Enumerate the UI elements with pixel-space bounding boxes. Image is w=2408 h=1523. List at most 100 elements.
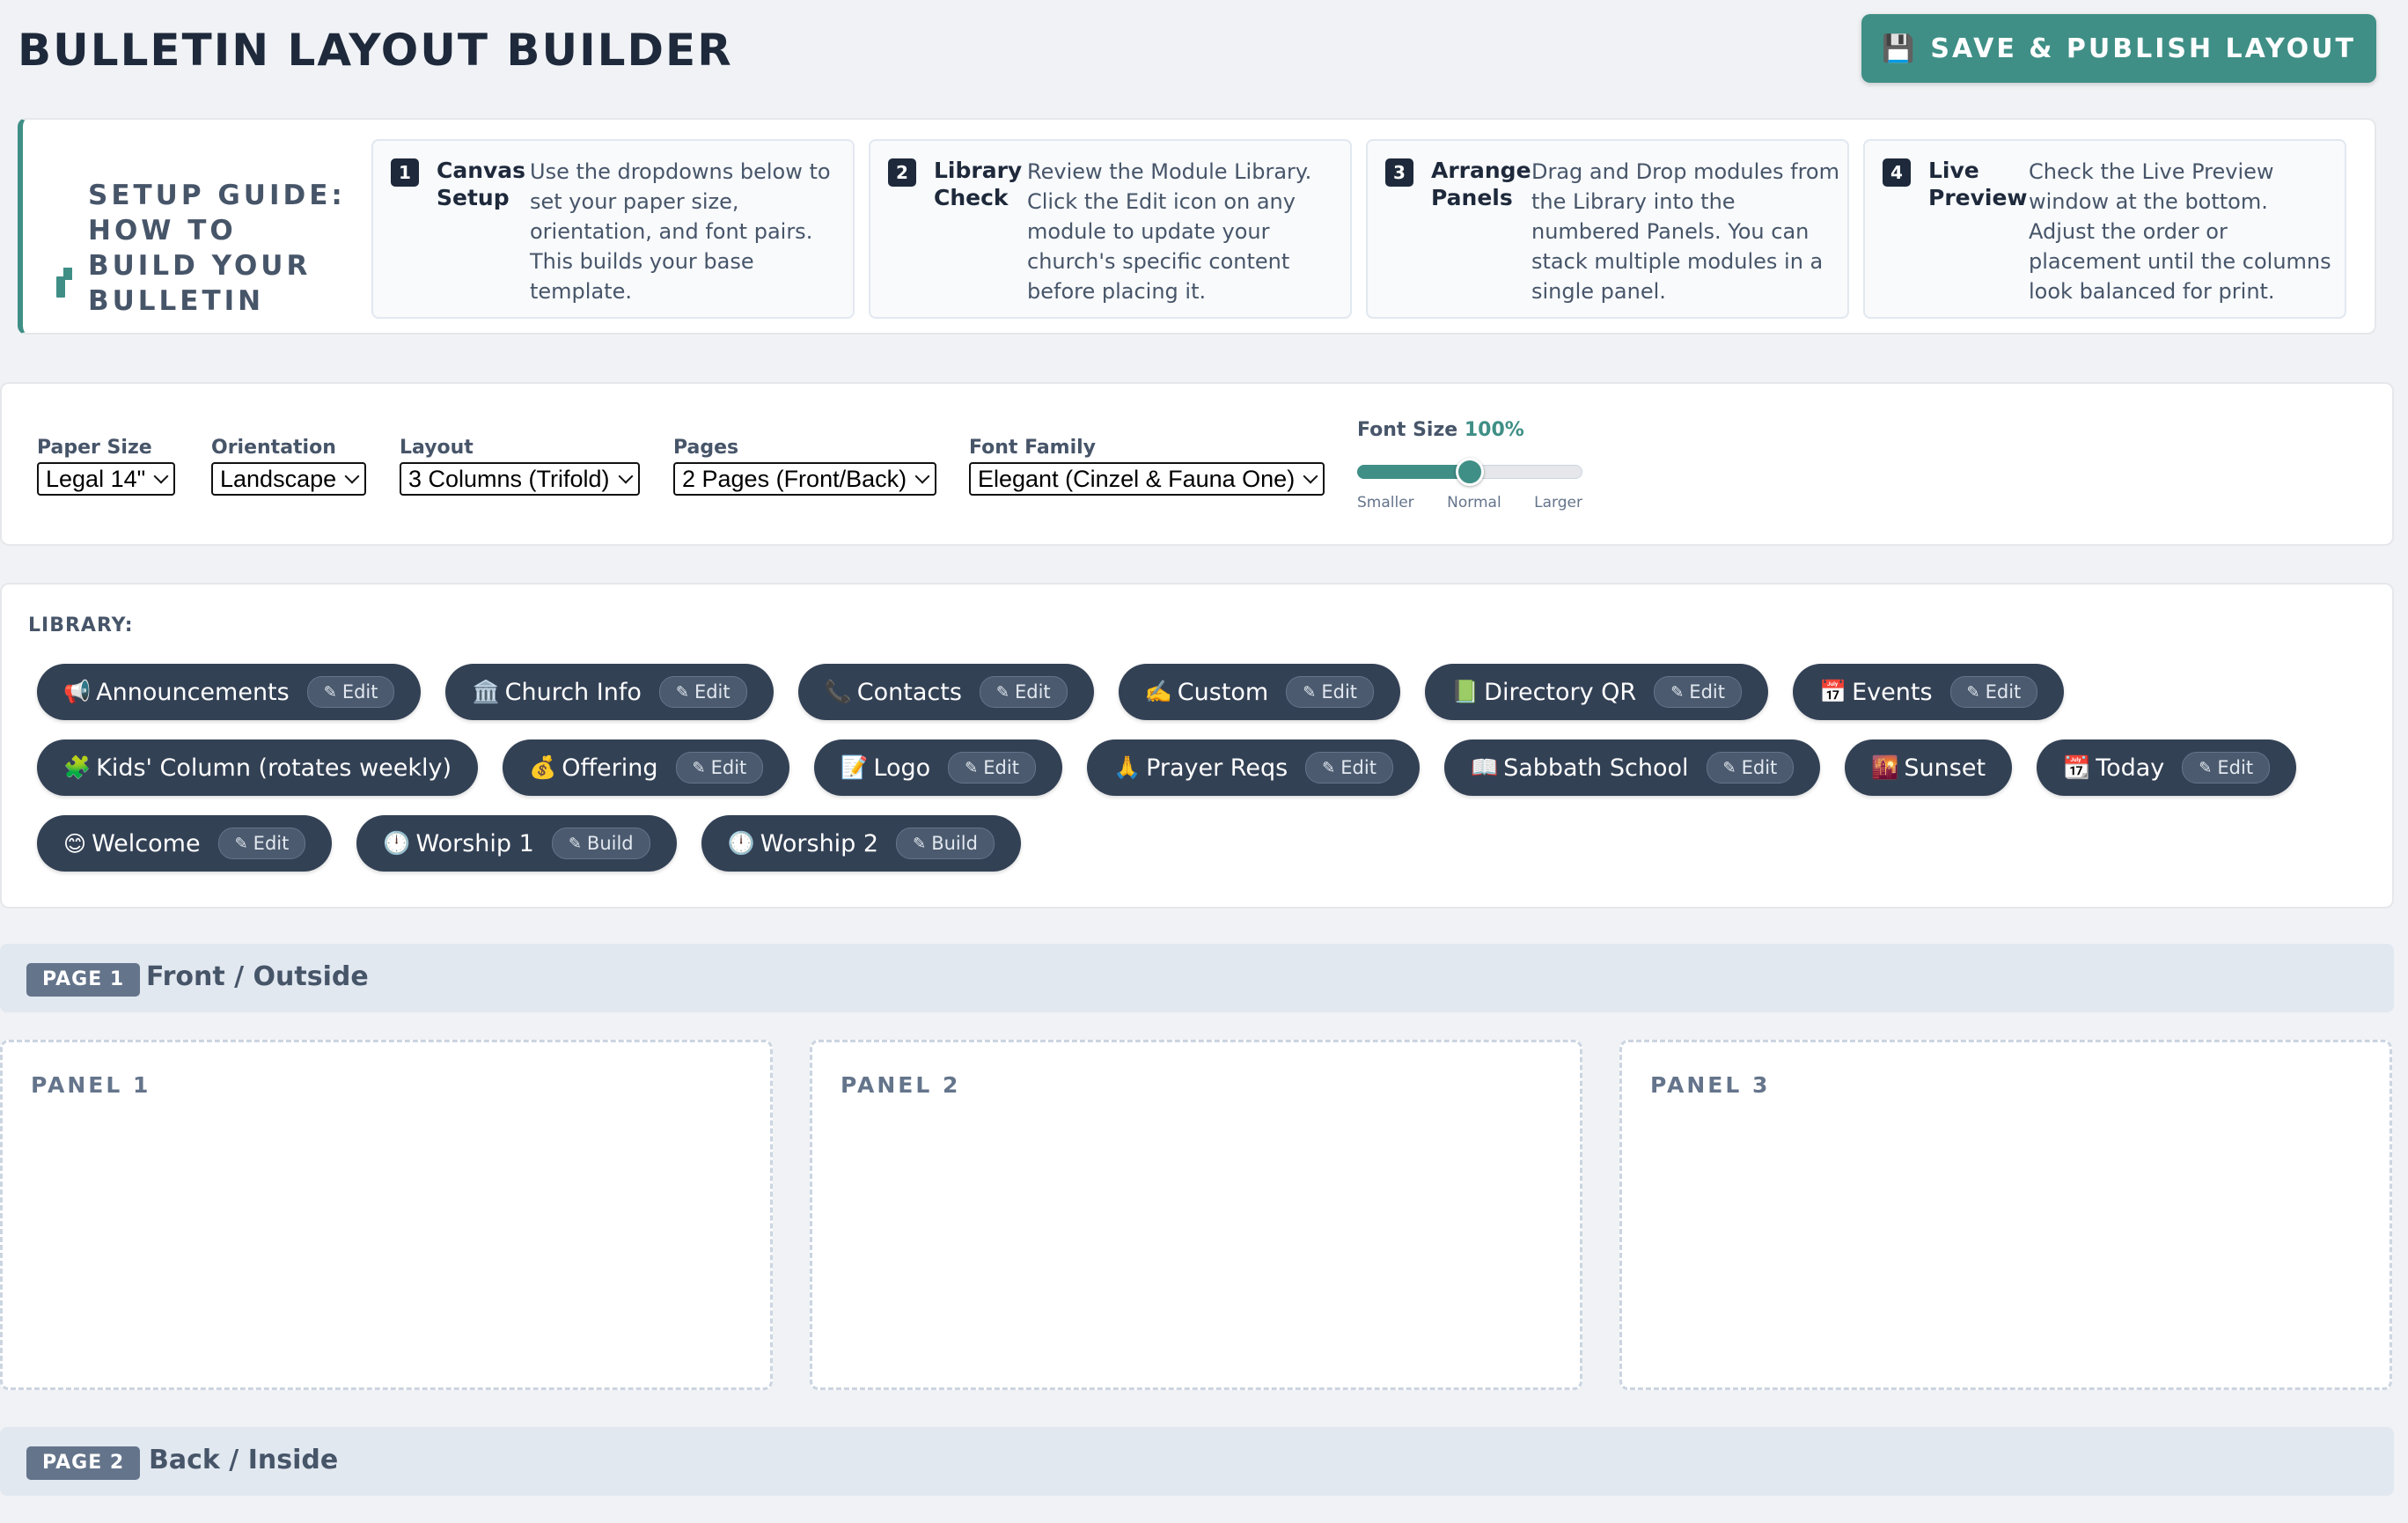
module-action-label: Build xyxy=(931,833,978,854)
module-chip-worship-1[interactable]: 🕛 Worship 1 ✎ Build xyxy=(356,815,677,872)
slider-mark-smaller: Smaller xyxy=(1357,494,1414,511)
module-chip-announcements[interactable]: 📢 Announcements ✎ Edit xyxy=(37,664,422,720)
module-edit-button[interactable]: ✎ Edit xyxy=(1654,676,1742,708)
font-size-slider[interactable] xyxy=(1357,458,1582,486)
guide-step-4: 4 Live Preview Check the Live Preview wi… xyxy=(1863,139,2346,319)
library-row: 😊 Welcome ✎ Edit 🕛 Worship 1 ✎ Build 🕛 Worship 2 ✎… xyxy=(37,815,1021,872)
layout-select[interactable]: 3 Columns (Trifold) xyxy=(400,462,640,496)
page-name: Front / Outside xyxy=(146,961,369,992)
pages-label: Pages xyxy=(673,437,739,459)
pages-select[interactable]: 2 Pages (Front/Back) xyxy=(673,462,937,496)
module-chip-welcome[interactable]: 😊 Welcome ✎ Edit xyxy=(37,815,333,872)
module-chip-today[interactable]: 📆 Today ✎ Edit xyxy=(2037,739,2297,796)
module-action-label: Edit xyxy=(1340,757,1377,778)
orientation-select[interactable]: Landscape xyxy=(211,462,367,496)
pencil-icon: ✎ xyxy=(675,682,689,702)
module-chip-custom[interactable]: ✍️ Custom ✎ Edit xyxy=(1118,664,1401,720)
font-family-label: Font Family xyxy=(969,437,1097,459)
module-chip-offering[interactable]: 💰 Offering ✎ Edit xyxy=(503,739,790,796)
module-icon: 📝 xyxy=(841,754,869,780)
module-edit-button[interactable]: ✎ Edit xyxy=(1949,676,2038,708)
step-number: 3 xyxy=(1385,158,1413,187)
pencil-icon: ✎ xyxy=(913,834,927,853)
module-edit-button[interactable]: ✎ Edit xyxy=(2182,752,2271,784)
layout-label: Layout xyxy=(400,437,474,459)
page-badge: PAGE 1 xyxy=(26,963,141,997)
pages-field: Pages 2 Pages (Front/Back) xyxy=(673,437,937,496)
panel-3-dropzone[interactable]: PANEL 3 xyxy=(1619,1040,2392,1390)
paper-size-label: Paper Size xyxy=(37,437,152,459)
module-name: Contacts xyxy=(856,678,962,706)
font-family-select[interactable]: Elegant (Cinzel & Fauna One) xyxy=(969,462,1325,496)
save-publish-button[interactable]: 💾 SAVE & PUBLISH LAYOUT xyxy=(1861,14,2376,83)
module-chip-kids-column-rotates-weekly[interactable]: 🧩 Kids' Column (rotates weekly) xyxy=(37,739,479,796)
app-header: BULLETIN LAYOUT BUILDER 💾 SAVE & PUBLISH… xyxy=(0,0,2408,101)
module-edit-button[interactable]: ✎ Edit xyxy=(979,676,1068,708)
module-icon: 😊 xyxy=(63,830,87,857)
pencil-icon: ✎ xyxy=(2199,758,2213,777)
module-icon: 🕛 xyxy=(727,830,755,856)
module-edit-button[interactable]: ✎ Edit xyxy=(1286,676,1375,708)
module-chip-prayer-reqs[interactable]: 🙏 Prayer Reqs ✎ Edit xyxy=(1086,739,1420,796)
module-name: Sunset xyxy=(1904,754,1986,782)
module-edit-button[interactable]: ✎ Edit xyxy=(306,676,395,708)
slider-mark-normal: Normal xyxy=(1447,494,1501,511)
step-description: Review the Module Library. Click the Edi… xyxy=(1027,159,1312,304)
orientation-field: Orientation Landscape xyxy=(211,437,367,496)
library-row: 🧩 Kids' Column (rotates weekly) 💰 Offering ✎… xyxy=(37,739,2297,796)
module-name: Church Info xyxy=(504,678,642,706)
step-title: Arrange Panels xyxy=(1431,158,1531,210)
step-number: 2 xyxy=(888,158,916,187)
module-action-label: Edit xyxy=(253,833,290,854)
module-edit-button[interactable]: ✎ Edit xyxy=(948,752,1036,784)
module-name: Custom xyxy=(1177,678,1269,706)
module-edit-button[interactable]: ✎ Edit xyxy=(1305,752,1393,784)
page-2-header: PAGE 2 Back / Inside xyxy=(0,1427,2394,1496)
module-icon: 🏛️ xyxy=(472,679,500,704)
panel-1-dropzone[interactable]: PANEL 1 xyxy=(0,1040,773,1390)
module-chip-church-info[interactable]: 🏛️ Church Info ✎ Edit xyxy=(445,664,774,720)
module-build-button[interactable]: ✎ Build xyxy=(551,828,650,859)
module-name: Sabbath School xyxy=(1503,754,1689,782)
pencil-icon: ✎ xyxy=(1322,758,1336,777)
paper-size-select[interactable]: Legal 14" xyxy=(37,462,176,496)
module-build-button[interactable]: ✎ Build xyxy=(896,828,995,859)
floppy-disk-icon: 💾 xyxy=(1881,33,1915,64)
layout-field: Layout 3 Columns (Trifold) xyxy=(400,437,640,496)
module-chip-sunset[interactable]: 🌇 Sunset xyxy=(1845,739,2013,796)
module-edit-button[interactable]: ✎ Edit xyxy=(675,752,764,784)
settings-bar: Paper Size Legal 14" Orientation Landsca… xyxy=(0,382,2394,546)
panel-label: PANEL 2 xyxy=(841,1072,961,1098)
module-chip-directory-qr[interactable]: 📗 Directory QR ✎ Edit xyxy=(1425,664,1768,720)
slider-mark-larger: Larger xyxy=(1534,494,1582,511)
module-chip-logo[interactable]: 📝 Logo ✎ Edit xyxy=(814,739,1062,796)
module-edit-button[interactable]: ✎ Edit xyxy=(1706,752,1795,784)
module-action-label: Build xyxy=(586,833,634,854)
module-chip-events[interactable]: 📅 Events ✎ Edit xyxy=(1792,664,2065,720)
panel-2-dropzone[interactable]: PANEL 2 xyxy=(810,1040,1582,1390)
module-icon: 🧩 xyxy=(63,754,92,780)
module-icon: 📆 xyxy=(2063,754,2091,780)
slider-marks: Smaller Normal Larger xyxy=(1357,494,1582,511)
library-row: 📢 Announcements ✎ Edit 🏛️ Church Info ✎ Edit 📞 Co… xyxy=(37,664,2065,720)
pencil-icon: ✎ xyxy=(995,682,1009,702)
module-name: Events xyxy=(1852,678,1933,706)
module-chip-worship-2[interactable]: 🕛 Worship 2 ✎ Build xyxy=(701,815,1021,872)
module-edit-button[interactable]: ✎ Edit xyxy=(217,828,306,859)
slider-thumb[interactable] xyxy=(1456,458,1484,486)
module-name: Today xyxy=(2096,754,2165,782)
paper-size-field: Paper Size Legal 14" xyxy=(37,437,176,496)
module-name: Offering xyxy=(562,754,658,782)
module-chip-contacts[interactable]: 📞 Contacts ✎ Edit xyxy=(797,664,1094,720)
module-edit-button[interactable]: ✎ Edit xyxy=(658,676,747,708)
pencil-icon: ✎ xyxy=(568,834,582,853)
pencil-icon: ✎ xyxy=(323,682,337,702)
step-number: 1 xyxy=(391,158,419,187)
module-name: Directory QR xyxy=(1484,678,1637,706)
pencil-icon: ✎ xyxy=(965,758,979,777)
module-action-label: Edit xyxy=(1985,681,2022,703)
module-icon: 💰 xyxy=(529,754,557,780)
module-chip-sabbath-school[interactable]: 📖 Sabbath School ✎ Edit xyxy=(1443,739,1821,796)
module-name: Announcements xyxy=(96,678,290,706)
module-action-label: Edit xyxy=(2217,757,2254,778)
